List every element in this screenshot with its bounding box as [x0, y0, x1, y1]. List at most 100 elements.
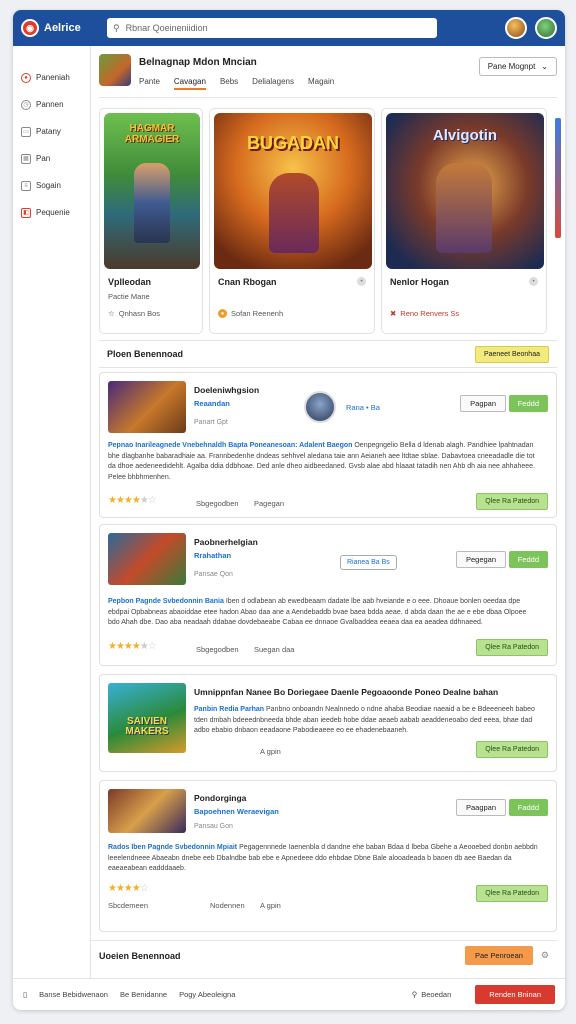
store-icon: ▭ — [21, 126, 31, 137]
action-button[interactable]: Qlee Ra Patedon — [476, 639, 548, 656]
section-title: Ploen Benennoad — [107, 349, 184, 359]
item-description: Pepbon Pagnde Svbedonnin Bania Iben d od… — [108, 597, 538, 637]
item-meta: Panart Gpt — [194, 419, 228, 426]
section-button[interactable]: Paeneet Beonhaa — [474, 345, 549, 363]
section-header: Ploen Benennoad Paeneet Beonhaa — [99, 340, 557, 368]
featured-card[interactable]: Alvigotin Nenlor Hogan • ✖ Reno Renvers S… — [381, 108, 547, 334]
rating-stars: ★★★★☆ — [108, 883, 149, 894]
primary-button[interactable]: Feddd — [508, 395, 548, 412]
secondary-button[interactable]: Paagpan — [455, 799, 506, 816]
top-bar: ◉ Aelrice ⚲ Rbnar Qoeineniidion — [13, 10, 565, 46]
section-header: Uoeien Benennoad Pae Penroean ⚙ — [91, 940, 557, 970]
tab-bar: Pante Cavagan Bebs Delialagens Magain — [139, 77, 334, 90]
sidebar-item-label: Sogain — [36, 181, 61, 190]
sidebar-item-label: Patany — [36, 127, 61, 136]
description-lead: Rados Iben Pagnde Svbedonnin Mpiait — [108, 844, 238, 851]
search-input[interactable]: ⚲ Rbnar Qoeineniidion — [107, 18, 437, 38]
header-dropdown[interactable]: Pane Mognpt ⌄ — [478, 57, 557, 76]
featured-card[interactable]: BUGADAN Cnan Rbogan • ● Sofan Reenenh — [209, 108, 375, 334]
cover-title: BUGADAN — [247, 133, 339, 153]
cover-title: HAGMAR ARMAGIER — [124, 123, 180, 145]
search-icon: ⚲ — [113, 22, 120, 33]
more-icon[interactable]: • — [529, 277, 538, 286]
coin-icon: ● — [218, 309, 227, 318]
user-label: Rana • Ba — [346, 403, 380, 412]
avatar[interactable] — [535, 17, 557, 39]
page-header: Belnagnap Mdon Mncian Pante Cavagan Bebs… — [99, 54, 557, 98]
bookmark-icon: ◧ — [21, 207, 31, 218]
status-bar: ▯ Banse Bebidwenaon Be Benidanne Pogy Ab… — [13, 978, 565, 1010]
list-item[interactable]: Doeleniwhgsion Reaandan Panart Gpt Rana … — [99, 372, 557, 518]
game-cover-image: BUGADAN — [214, 113, 372, 269]
status-link[interactable]: Banse Bebidwenaon — [39, 990, 108, 999]
sidebar-item-3[interactable]: ▦ Pan — [13, 145, 90, 172]
game-meta: ☆ Qnhasn Bos — [108, 309, 160, 318]
list-item[interactable]: Pondorginga Bapoehnen Weraevigan Pansau … — [99, 780, 557, 932]
primary-button[interactable]: Faddd — [508, 799, 548, 816]
sidebar-item-1[interactable]: ◷ Pannen — [13, 91, 90, 118]
secondary-button[interactable]: Pegegan — [455, 551, 506, 568]
featured-card[interactable]: HAGMAR ARMAGIER Vplleodan Pactie Mane ☆ Q… — [99, 108, 203, 334]
item-meta: Sbgegodben — [196, 499, 239, 508]
game-cover-image: Alvigotin — [386, 113, 544, 269]
tab-2[interactable]: Bebs — [220, 77, 238, 90]
item-meta: Suegan daa — [254, 645, 295, 654]
item-title: Umnippnfan Nanee Bo Doriegaee Daenle Peg… — [194, 687, 499, 697]
section-button[interactable]: Pae Penroean — [464, 946, 533, 965]
list-item[interactable]: Paobnerhelgian Rrahathan Pansae Qon Rian… — [99, 524, 557, 666]
tab-0[interactable]: Pante — [139, 77, 160, 90]
primary-button[interactable]: Feddd — [508, 551, 548, 568]
app-name: Aelrice — [44, 22, 81, 34]
item-subtitle: Reaandan — [194, 399, 230, 408]
list-icon: ≡ — [21, 180, 31, 191]
status-link[interactable]: Beoedan — [421, 990, 451, 999]
home-icon: ● — [21, 72, 31, 83]
item-description: Rados Iben Pagnde Svbedonnin Mpiait Pega… — [108, 843, 538, 885]
sidebar-item-0[interactable]: ● Paneniah — [13, 64, 90, 91]
tag-icon: ☆ — [108, 309, 115, 318]
status-link[interactable]: Pogy Abeoleigna — [179, 990, 235, 999]
avatar[interactable] — [505, 17, 527, 39]
action-button[interactable]: Qlee Ra Patedon — [476, 741, 548, 758]
primary-button[interactable]: Renden Bninan — [475, 985, 555, 1004]
game-meta-text: Reno Renvers Ss — [400, 309, 460, 318]
game-meta: ✖ Reno Renvers Ss — [390, 309, 459, 318]
logo-icon: ◉ — [21, 19, 39, 37]
sidebar-item-label: Pannen — [36, 100, 64, 109]
item-meta: A gpin — [260, 747, 281, 756]
search-icon: ⚲ — [411, 990, 418, 999]
game-thumbnail — [99, 54, 131, 86]
sidebar-item-2[interactable]: ▭ Patany — [13, 118, 90, 145]
sidebar-item-label: Paneniah — [36, 73, 70, 82]
item-meta: Pansae Qon — [194, 571, 233, 578]
more-icon[interactable]: • — [357, 277, 366, 286]
action-button[interactable]: Qlee Ra Patedon — [476, 885, 548, 902]
sidebar-item-4[interactable]: ≡ Sogain — [13, 172, 90, 199]
item-title: Paobnerhelgian — [194, 537, 258, 547]
game-thumbnail — [108, 381, 186, 433]
sidebar-item-5[interactable]: ◧ Pequenie — [13, 199, 90, 226]
game-name: Cnan Rbogan — [218, 277, 277, 287]
tab-1[interactable]: Cavagan — [173, 77, 206, 90]
tab-3[interactable]: Delialagens — [252, 77, 294, 90]
cover-title: SAIVIEN MAKERS — [125, 716, 169, 737]
game-cover-image: HAGMAR ARMAGIER — [104, 113, 200, 269]
avatar[interactable] — [304, 391, 336, 423]
item-meta: Nodennen — [210, 901, 245, 910]
status-link[interactable]: Be Benidanne — [120, 990, 167, 999]
item-description: Panbin Redia Parhan Panbno onboandn Neal… — [194, 705, 538, 737]
status-icon: ▯ — [23, 990, 28, 999]
item-description: Pepnao Inarileagnede Vnebehnaldh Bapta P… — [108, 441, 538, 489]
app-logo[interactable]: ◉ Aelrice — [21, 19, 107, 37]
carousel-next-peek[interactable] — [555, 118, 561, 238]
action-button[interactable]: Qlee Ra Patedon — [476, 493, 548, 510]
settings-icon[interactable]: ⚙ — [541, 950, 549, 961]
list-item[interactable]: SAIVIEN MAKERS Umnippnfan Nanee Bo Dorie… — [99, 674, 557, 772]
item-title: Doeleniwhgsion — [194, 385, 260, 395]
main-content: Belnagnap Mdon Mncian Pante Cavagan Bebs… — [91, 46, 565, 978]
dropdown-label: Pane Mognpt — [487, 62, 536, 71]
tab-4[interactable]: Magain — [308, 77, 334, 90]
secondary-button[interactable]: Pagpan — [460, 395, 506, 412]
grid-icon: ▦ — [21, 153, 31, 164]
item-meta: Sbcdemeen — [108, 901, 149, 910]
